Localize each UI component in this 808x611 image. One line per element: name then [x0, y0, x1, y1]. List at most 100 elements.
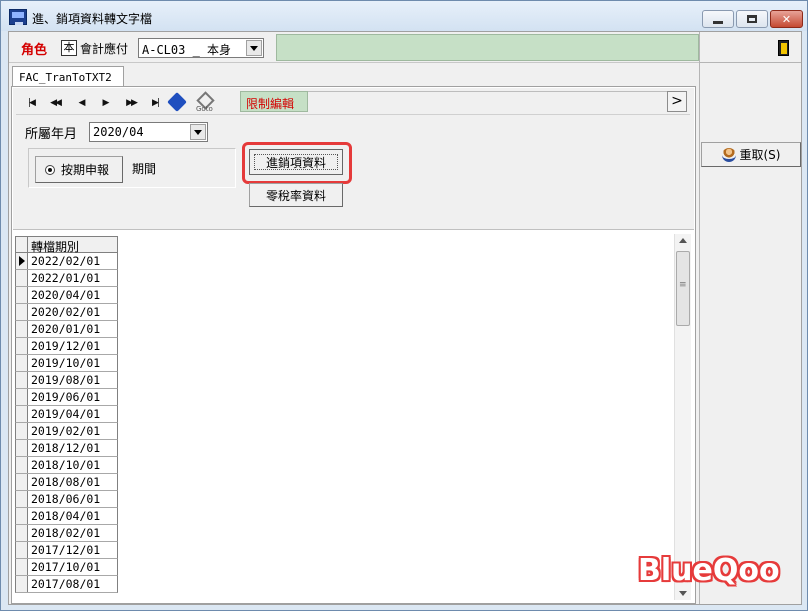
maximize-icon — [747, 15, 757, 23]
table-row[interactable]: 2019/10/01 — [15, 355, 118, 372]
period-cell[interactable]: 2020/04/01 — [31, 288, 100, 302]
goto-icon[interactable]: Goto — [196, 94, 214, 113]
role-badge: 本 — [61, 40, 77, 56]
row-selector[interactable] — [16, 304, 28, 320]
period-cell[interactable]: 2017/08/01 — [31, 577, 100, 591]
period-cell[interactable]: 2018/06/01 — [31, 492, 100, 506]
zero-tax-button[interactable]: 零稅率資料 — [249, 183, 343, 207]
maximize-button[interactable] — [736, 10, 768, 28]
period-cell[interactable]: 2019/04/01 — [31, 407, 100, 421]
period-select[interactable]: 2020/04 — [89, 122, 208, 142]
table-row[interactable]: 2019/06/01 — [15, 389, 118, 406]
table-row[interactable]: 2018/04/01 — [15, 508, 118, 525]
prev-record-icon[interactable]: ◀ — [72, 95, 90, 111]
period-cell[interactable]: 2019/06/01 — [31, 390, 100, 404]
role-select-value: A-CL03 _ 本身 — [142, 43, 232, 57]
row-selector[interactable] — [16, 542, 28, 558]
period-cell[interactable]: 2020/02/01 — [31, 305, 100, 319]
row-selector[interactable] — [16, 457, 28, 473]
table-row[interactable]: 2019/08/01 — [15, 372, 118, 389]
table-row[interactable]: 2019/02/01 — [15, 423, 118, 440]
scroll-down-icon[interactable] — [679, 591, 687, 596]
scroll-thumb[interactable] — [676, 251, 690, 326]
period-cell[interactable]: 2022/01/01 — [31, 271, 100, 285]
period-cell[interactable]: 2019/08/01 — [31, 373, 100, 387]
next-page-icon[interactable]: ▶▶ — [122, 95, 140, 111]
data-grid-area: 轉檔期別 2022/02/01 2022/01/01 2020/04/01 2020/… — [13, 234, 694, 602]
period-cell[interactable]: 2022/02/01 — [31, 254, 100, 268]
table-row[interactable]: 2020/01/01 — [15, 321, 118, 338]
row-selector[interactable] — [16, 338, 28, 354]
row-selector[interactable] — [16, 321, 28, 337]
prev-page-icon[interactable]: ◀◀ — [46, 95, 64, 111]
row-selector[interactable] — [16, 372, 28, 388]
row-selector[interactable] — [16, 270, 28, 286]
row-selector[interactable] — [16, 559, 28, 575]
period-cell[interactable]: 2020/01/01 — [31, 322, 100, 336]
scroll-up-icon[interactable] — [679, 238, 687, 243]
reset-button-label: 重取(S) — [739, 148, 781, 162]
period-cell[interactable]: 2019/10/01 — [31, 356, 100, 370]
vertical-scrollbar[interactable] — [674, 234, 691, 600]
minimize-button[interactable] — [702, 10, 734, 28]
row-selector[interactable] — [16, 389, 28, 405]
table-row[interactable]: 2017/08/01 — [15, 576, 118, 593]
table-row[interactable]: 2017/10/01 — [15, 559, 118, 576]
chevron-down-icon[interactable] — [246, 40, 262, 56]
role-label: 角色 — [21, 43, 48, 58]
table-row[interactable]: 2018/12/01 — [15, 440, 118, 457]
table-row[interactable]: 2018/02/01 — [15, 525, 118, 542]
row-selector[interactable] — [16, 423, 28, 439]
table-row[interactable]: 2017/12/01 — [15, 542, 118, 559]
filing-radio[interactable]: 按期申報 — [35, 156, 123, 183]
filing-radio-label: 按期申報 — [61, 163, 110, 177]
table-row[interactable]: 2022/02/01 — [15, 253, 118, 270]
reset-button[interactable]: 重取(S) — [701, 142, 801, 167]
row-selector[interactable] — [16, 253, 28, 269]
row-selector[interactable] — [16, 440, 28, 456]
table-row[interactable]: 2018/10/01 — [15, 457, 118, 474]
period-cell[interactable]: 2018/12/01 — [31, 441, 100, 455]
tab-restricted-edit[interactable]: 限制編輯 — [240, 91, 308, 112]
tab-strip — [308, 91, 667, 112]
period-cell[interactable]: 2019/12/01 — [31, 339, 100, 353]
tab-scroll-right-button[interactable]: > — [667, 91, 687, 112]
bookmark-icon[interactable] — [167, 92, 187, 112]
table-row[interactable]: 2018/08/01 — [15, 474, 118, 491]
row-selector[interactable] — [16, 491, 28, 507]
first-record-icon[interactable]: |◀ — [22, 95, 40, 111]
period-cell[interactable]: 2019/02/01 — [31, 424, 100, 438]
title-bar: 進、銷項資料轉文字檔 ✕ — [1, 1, 807, 31]
period-cell[interactable]: 2018/10/01 — [31, 458, 100, 472]
table-row[interactable]: 2020/02/01 — [15, 304, 118, 321]
row-selector[interactable] — [16, 474, 28, 490]
exit-door-icon[interactable] — [778, 40, 789, 56]
period-cell[interactable]: 2017/12/01 — [31, 543, 100, 557]
row-selector[interactable] — [16, 576, 28, 592]
row-selector[interactable] — [16, 287, 28, 303]
table-row[interactable]: 2019/04/01 — [15, 406, 118, 423]
table-row[interactable]: 2022/01/01 — [15, 270, 118, 287]
period-cell[interactable]: 2017/10/01 — [31, 560, 100, 574]
period-cell[interactable]: 2018/08/01 — [31, 475, 100, 489]
table-row[interactable]: 2020/04/01 — [15, 287, 118, 304]
minimize-icon — [713, 20, 723, 24]
period-cell[interactable]: 2018/02/01 — [31, 526, 100, 540]
row-selector[interactable] — [16, 508, 28, 524]
chevron-down-icon[interactable] — [190, 124, 206, 140]
table-row[interactable]: 2018/06/01 — [15, 491, 118, 508]
grid-corner — [16, 237, 28, 252]
row-selector[interactable] — [16, 355, 28, 371]
person-icon — [721, 147, 736, 162]
app-icon — [9, 9, 27, 25]
role-bar: 角色 本 會計應付 A-CL03 _ 本身 — [9, 32, 699, 63]
tab-fac-trantotxt2[interactable]: FAC_TranToTXT2 — [12, 66, 124, 87]
row-selector[interactable] — [16, 525, 28, 541]
row-selector[interactable] — [16, 406, 28, 422]
next-record-icon[interactable]: ▶ — [96, 95, 114, 111]
role-select[interactable]: A-CL03 _ 本身 — [138, 38, 264, 58]
table-row[interactable]: 2019/12/01 — [15, 338, 118, 355]
period-cell[interactable]: 2018/04/01 — [31, 509, 100, 523]
close-button[interactable]: ✕ — [770, 10, 803, 28]
last-record-icon[interactable]: ▶| — [146, 95, 164, 111]
